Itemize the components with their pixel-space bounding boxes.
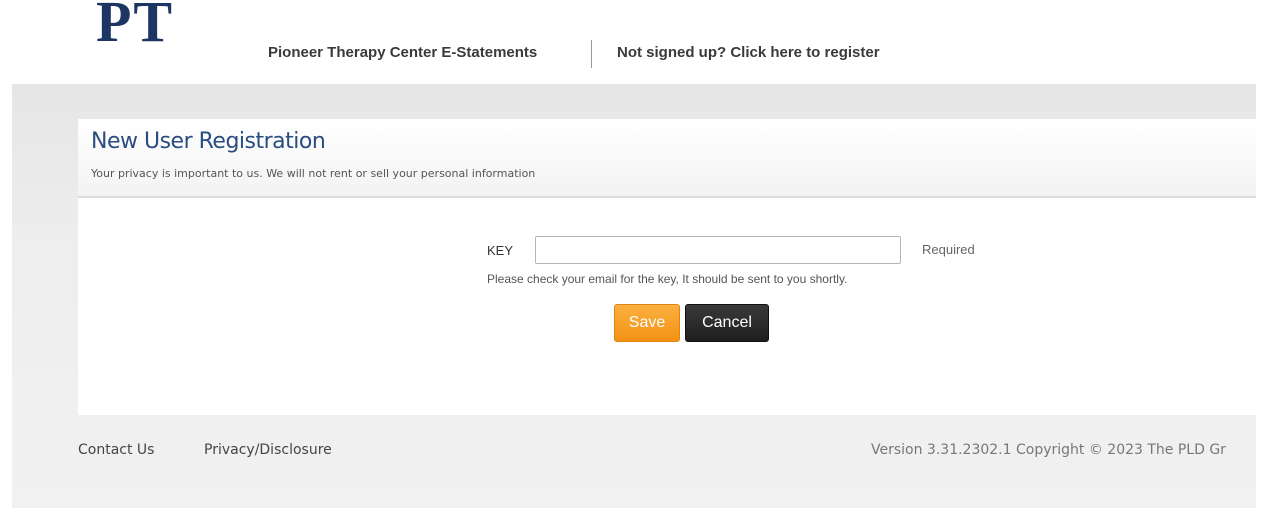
key-hint: Please check your email for the key, It … — [487, 272, 848, 286]
company-logo[interactable]: PT — [96, 0, 174, 52]
site-title-link[interactable]: Pioneer Therapy Center E-Statements — [268, 44, 537, 61]
version-copyright: Version 3.31.2302.1 Copyright © 2023 The… — [871, 442, 1226, 458]
site-header: PT Pioneer Therapy Center E-Statements N… — [0, 0, 1263, 84]
registration-panel-header: New User Registration Your privacy is im… — [78, 119, 1256, 198]
save-button[interactable]: Save — [614, 304, 680, 342]
privacy-disclosure-link[interactable]: Privacy/Disclosure — [204, 442, 332, 458]
contact-us-link[interactable]: Contact Us — [78, 442, 154, 458]
registration-form: KEY Required Please check your email for… — [78, 198, 1256, 415]
cancel-button[interactable]: Cancel — [685, 304, 769, 342]
page-title: New User Registration — [91, 129, 326, 154]
required-indicator: Required — [922, 242, 975, 257]
key-label: KEY — [487, 243, 514, 258]
key-input[interactable] — [535, 236, 901, 264]
register-link[interactable]: Not signed up? Click here to register — [617, 44, 880, 61]
header-divider — [591, 40, 592, 68]
privacy-subtitle: Your privacy is important to us. We will… — [91, 167, 536, 180]
